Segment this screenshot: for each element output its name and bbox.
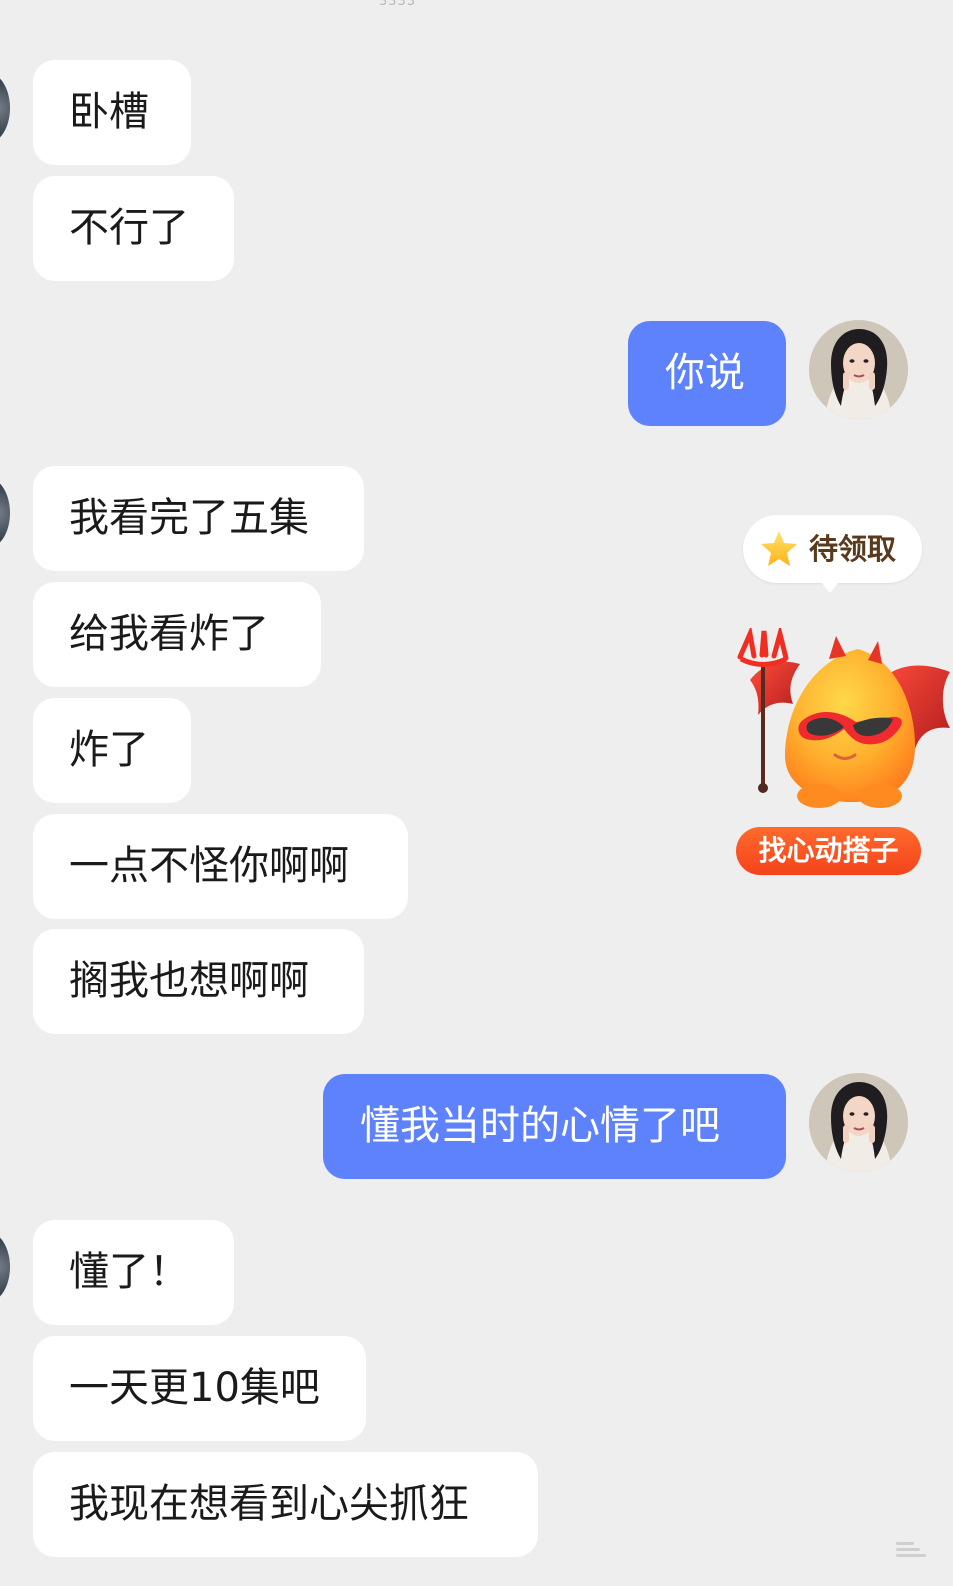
mascot-devil-icon[interactable]	[708, 628, 953, 818]
message-bubble-incoming[interactable]: 炸了	[33, 698, 191, 803]
contact-avatar[interactable]	[0, 478, 10, 548]
message-text: 炸了	[69, 727, 149, 773]
message-bubble-incoming[interactable]: 一天更10集吧	[33, 1336, 366, 1441]
message-text: 一点不怪你啊啊	[69, 843, 349, 889]
message-text: 不行了	[69, 205, 189, 251]
status-bar-partial-text: 3333	[379, 0, 417, 9]
contact-avatar[interactable]	[0, 73, 10, 143]
message-bubble-incoming[interactable]: 一点不怪你啊啊	[33, 814, 408, 919]
message-text: 我现在想看到心尖抓狂	[69, 1481, 469, 1527]
message-bubble-incoming[interactable]: 搁我也想啊啊	[33, 929, 364, 1034]
user-avatar[interactable]	[809, 320, 908, 419]
message-bubble-incoming[interactable]: 懂了！	[33, 1220, 234, 1325]
more-icon	[896, 1542, 926, 1557]
message-bubble-outgoing[interactable]: 懂我当时的心情了吧	[323, 1074, 786, 1179]
message-bubble-outgoing[interactable]: 你说	[628, 321, 786, 426]
message-text: 你说	[665, 350, 745, 396]
message-text: 我看完了五集	[69, 495, 309, 541]
message-bubble-incoming[interactable]: 不行了	[33, 176, 234, 281]
message-text: 懂我当时的心情了吧	[360, 1103, 720, 1149]
message-text: 搁我也想啊啊	[69, 958, 309, 1004]
star-icon	[761, 531, 797, 566]
message-bubble-incoming[interactable]: 我现在想看到心尖抓狂	[33, 1452, 538, 1557]
contact-avatar[interactable]	[0, 1232, 10, 1302]
user-avatar[interactable]	[809, 1073, 908, 1172]
message-text: 一天更10集吧	[69, 1365, 320, 1411]
message-text: 卧槽	[69, 89, 149, 135]
pending-reward-pill[interactable]: 待领取	[743, 515, 922, 593]
message-bubble-incoming[interactable]: 给我看炸了	[33, 582, 321, 687]
pending-reward-label: 待领取	[809, 532, 897, 566]
message-bubble-incoming[interactable]: 卧槽	[33, 60, 191, 165]
message-bubble-incoming[interactable]: 我看完了五集	[33, 466, 364, 571]
message-text: 懂了！	[69, 1249, 189, 1295]
find-partner-button[interactable]: 找心动搭子	[736, 827, 921, 875]
message-text: 给我看炸了	[69, 611, 269, 657]
